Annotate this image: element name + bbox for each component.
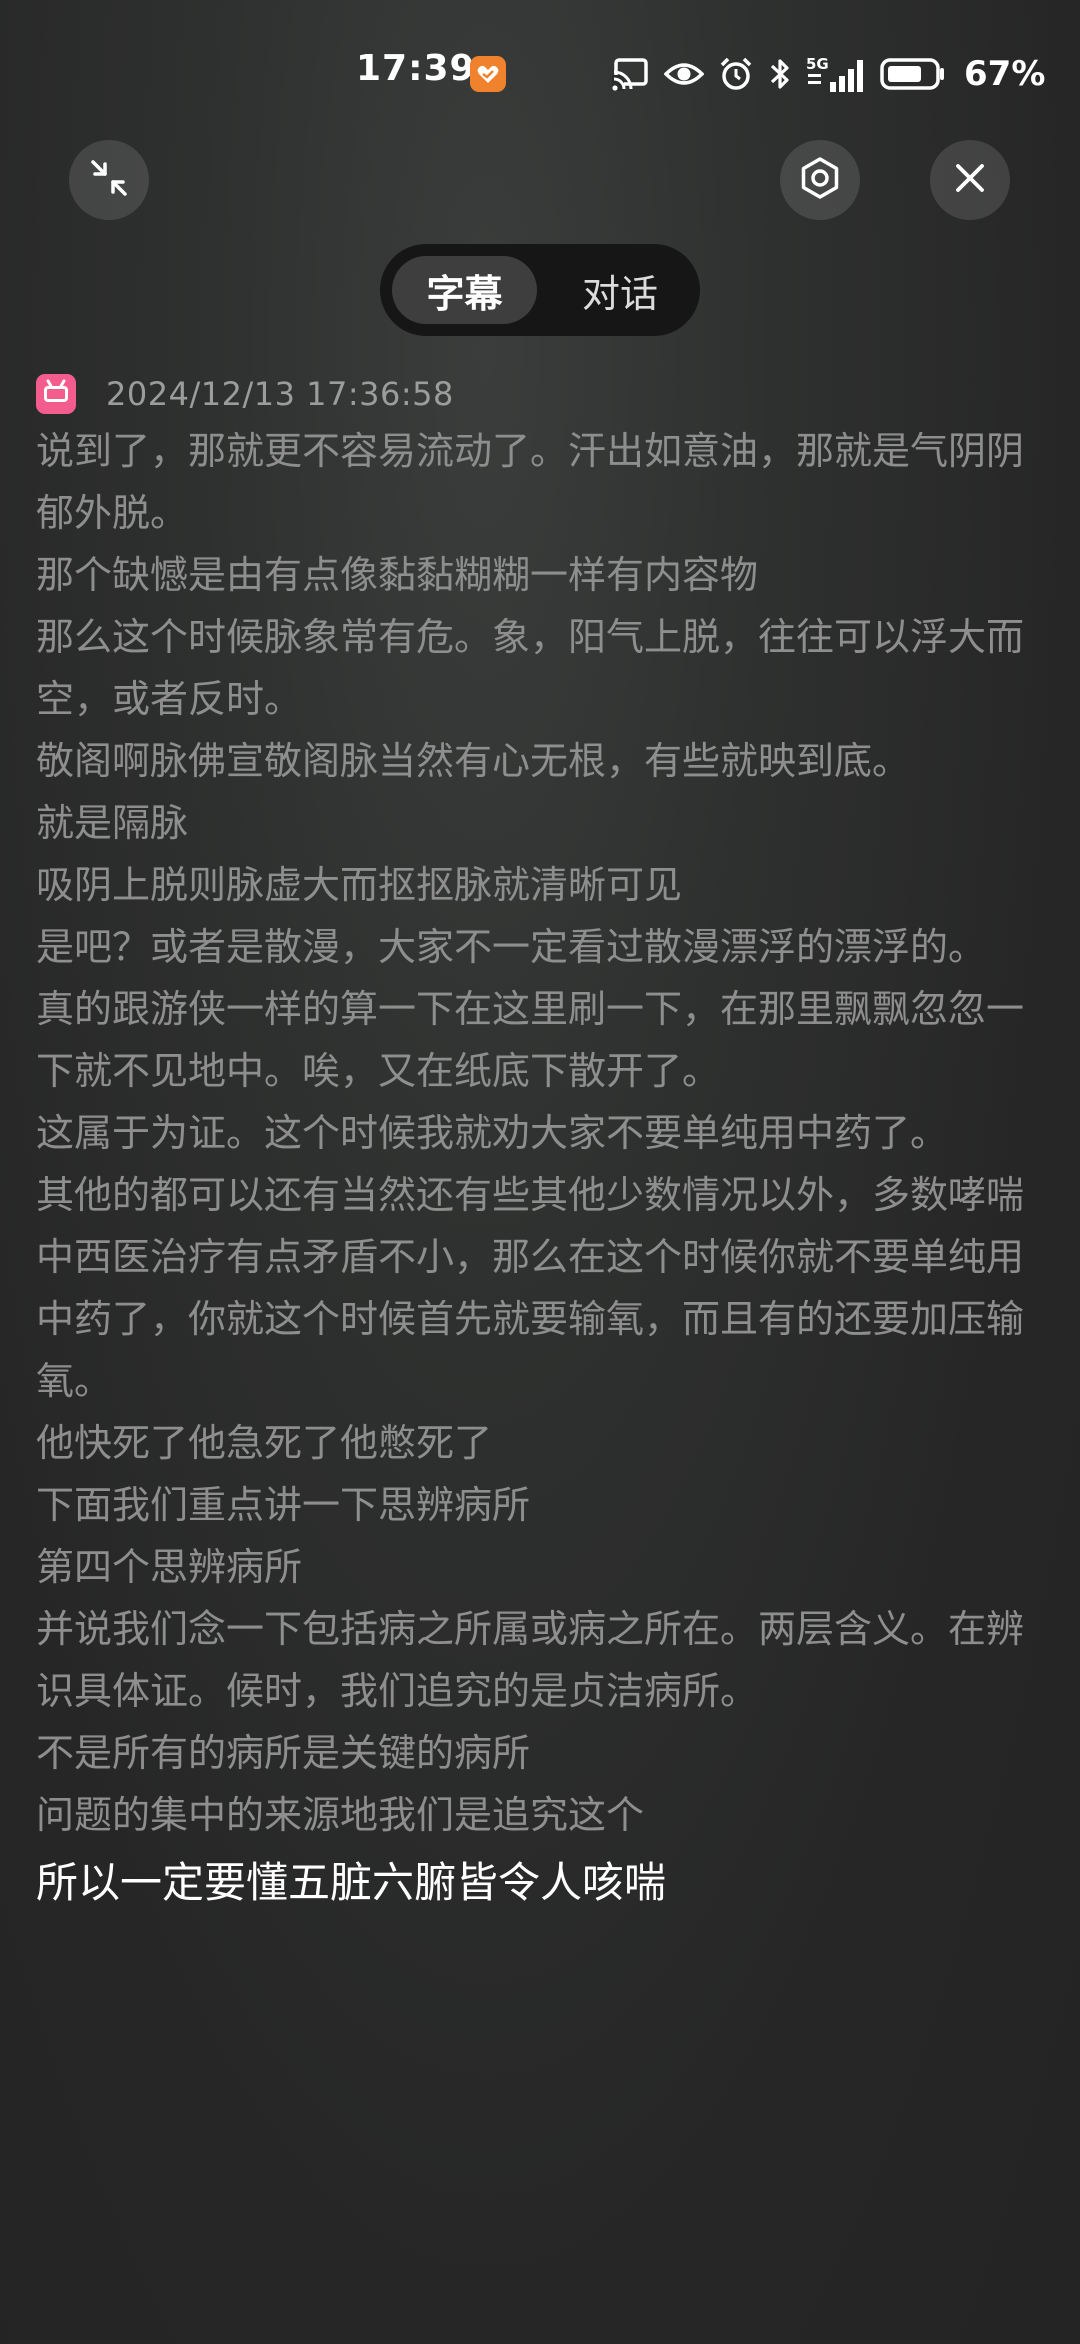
current-transcript-line: 所以一定要懂五脏六腑皆令人咳喘: [36, 1858, 667, 1907]
source-row: 2024/12/13 17:36:58: [36, 370, 454, 418]
transcript-line: 真的跟游侠一样的算一下在这里刷一下，在那里飘飘忽忽一下就不见地中。唉，又在纸底下…: [36, 987, 1025, 1093]
bluetooth-icon: [768, 56, 792, 92]
tab-switcher: 字幕 对话: [380, 244, 700, 336]
subtitle-screen: 17:39 5G 67% 字幕 对话 2024/12/13 17:36:58 说…: [0, 0, 1080, 2344]
tab-subtitles[interactable]: 字幕: [392, 256, 537, 324]
source-timestamp: 2024/12/13 17:36:58: [106, 375, 454, 413]
close-icon: [950, 158, 990, 202]
transcript-line: 问题的集中的来源地我们是追究这个: [36, 1793, 645, 1837]
battery-icon: [880, 57, 946, 91]
battery-percent: 67%: [964, 54, 1046, 94]
tab-dialogue[interactable]: 对话: [550, 256, 690, 324]
transcript-line: 敬阁啊脉佛宣敬阁脉当然有心无根，有些就映到底。: [36, 739, 911, 783]
settings-button[interactable]: [780, 140, 860, 220]
cast-icon: [612, 57, 650, 91]
app-notification-icon: [470, 56, 506, 92]
transcript-line: 他快死了他急死了他憋死了: [36, 1421, 493, 1465]
transcript-line: 并说我们念一下包括病之所属或病之所在。两层含义。在辨识具体证。候时，我们追究的是…: [36, 1607, 1025, 1713]
status-icons: 5G 67%: [612, 52, 1045, 96]
collapse-icon: [87, 156, 131, 204]
transcript-line: 就是隔脉: [36, 801, 189, 845]
transcript-line: 第四个思辨病所: [36, 1545, 303, 1589]
alarm-icon: [718, 56, 754, 92]
transcript-line: 下面我们重点讲一下思辨病所: [36, 1483, 531, 1527]
eye-icon: [664, 59, 704, 89]
status-time: 17:39: [356, 48, 476, 89]
network-type-label: 5G: [806, 55, 829, 73]
transcript-line: 是吧？或者是散漫，大家不一定看过散漫漂浮的漂浮的。: [36, 925, 987, 969]
transcript: 说到了，那就更不容易流动了。汗出如意油，那就是气阴阴郁外脱。 那个缺憾是由有点像…: [36, 420, 1046, 1918]
status-bar: 17:39 5G 67%: [0, 0, 1080, 140]
collapse-button[interactable]: [69, 140, 149, 220]
transcript-line: 那个缺憾是由有点像黏黏糊糊一样有内容物: [36, 553, 759, 597]
bilibili-icon: [36, 374, 76, 414]
transcript-line: 说到了，那就更不容易流动了。汗出如意油，那就是气阴阴郁外脱。: [36, 429, 1025, 535]
signal-icon: 5G: [806, 54, 866, 94]
transcript-line: 其他的都可以还有当然还有些其他少数情况以外，多数哮喘中西医治疗有点矛盾不小，那么…: [36, 1173, 1025, 1403]
transcript-line: 不是所有的病所是关键的病所: [36, 1731, 531, 1775]
gear-icon: [797, 155, 843, 205]
transcript-line: 这属于为证。这个时候我就劝大家不要单纯用中药了。: [36, 1111, 949, 1155]
close-button[interactable]: [930, 140, 1010, 220]
transcript-line: 那么这个时候脉象常有危。象，阳气上脱，往往可以浮大而空，或者反时。: [36, 615, 1025, 721]
transcript-line: 吸阴上脱则脉虚大而抠抠脉就清晰可见: [36, 863, 683, 907]
